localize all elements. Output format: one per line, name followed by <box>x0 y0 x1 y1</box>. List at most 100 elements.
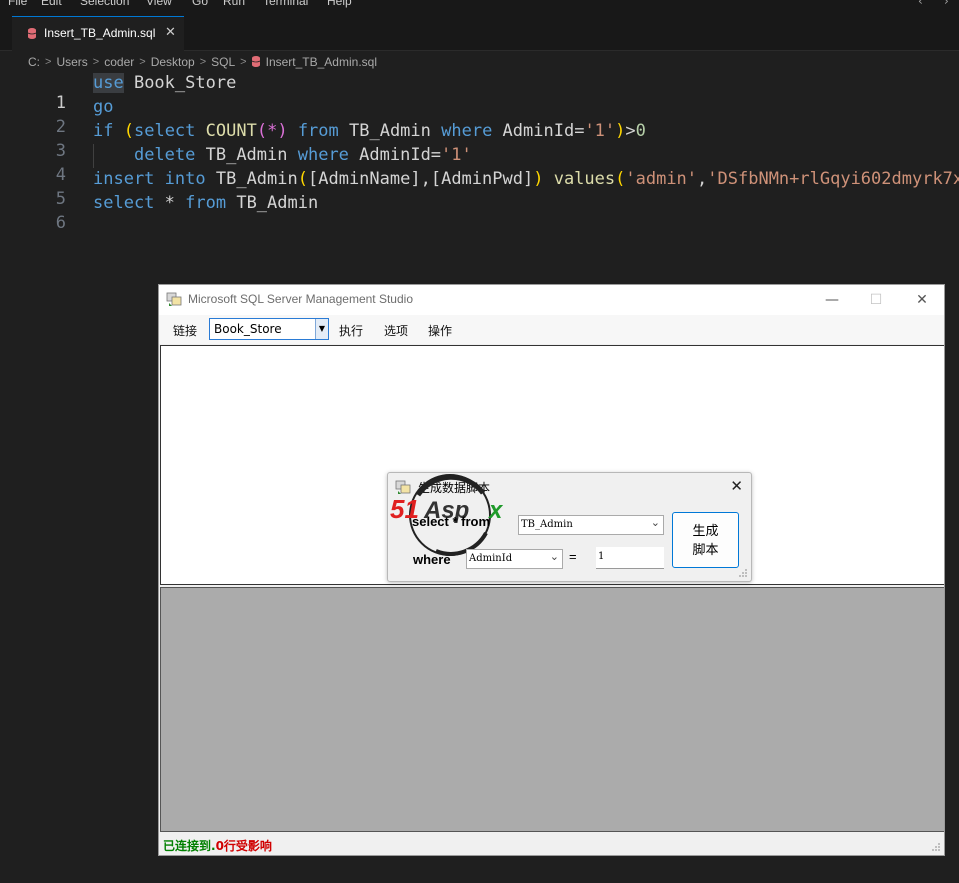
value-input-text: 1 <box>598 551 605 562</box>
code-token: ( <box>123 121 134 141</box>
code-token: 'DSfbNMn+rlGqyi602dmyrk7xuh <box>707 169 959 189</box>
code-token: 'admin' <box>625 169 698 189</box>
column-select[interactable]: AdminId ⌄ <box>466 549 563 569</box>
menu-view[interactable]: View <box>146 0 172 8</box>
breadcrumb-file[interactable]: Insert_TB_Admin.sql <box>266 55 377 69</box>
code-token: ) <box>533 169 544 189</box>
minimize-icon[interactable]: — <box>820 289 844 311</box>
code-token: delete <box>133 145 196 165</box>
code-token: * <box>154 193 186 213</box>
table-select[interactable]: TB_Admin ⌄ <box>518 515 664 535</box>
resize-grip-icon[interactable] <box>738 568 748 578</box>
tab-insert-tb-admin[interactable]: Insert_TB_Admin.sql ✕ <box>12 16 184 51</box>
ssms-title: Microsoft SQL Server Management Studio <box>188 292 413 306</box>
database-icon <box>251 56 260 68</box>
code-token: '1' <box>441 145 472 165</box>
menu-bar: File Edit Selection View Go Run Terminal… <box>0 0 959 16</box>
menu-edit[interactable]: Edit <box>41 0 62 8</box>
code-token: (*) <box>256 121 288 141</box>
51aspx-logo: 51 Asp x <box>390 474 504 556</box>
operations-button[interactable]: 操作 <box>428 322 452 339</box>
code-token: [AdminPwd] <box>430 169 534 189</box>
code-token: > <box>625 121 636 141</box>
breadcrumb-desktop[interactable]: Desktop <box>151 55 195 69</box>
tab-label: Insert_TB_Admin.sql <box>44 26 156 40</box>
code-token: , <box>420 169 431 189</box>
generate-button-line1: 生成 <box>692 524 719 539</box>
arrow-left-icon[interactable]: ‹ <box>918 0 923 8</box>
code-token: TB_Admin <box>338 121 442 141</box>
code-token: COUNT <box>205 121 257 141</box>
connect-button[interactable]: 链接 <box>173 322 197 339</box>
code-token: from <box>185 193 227 213</box>
code-line[interactable]: 6 select * from TB_Admin <box>0 193 959 233</box>
code-token: go <box>93 97 114 117</box>
breadcrumb-sql[interactable]: SQL <box>211 55 235 69</box>
code-line[interactable]: 4 delete TB_Admin where AdminId='1' <box>0 145 959 185</box>
code-token: [AdminName] <box>308 169 421 189</box>
chevron-right-icon: > <box>92 55 100 68</box>
chevron-right-icon: > <box>199 55 207 68</box>
code-token: into <box>164 169 206 189</box>
resize-grip-icon[interactable] <box>931 842 941 852</box>
code-token: ( <box>615 169 626 189</box>
arrow-right-icon[interactable]: › <box>944 0 949 8</box>
options-button[interactable]: 选项 <box>384 322 408 339</box>
breadcrumb-drive[interactable]: C: <box>28 55 40 69</box>
chevron-right-icon: > <box>240 55 247 68</box>
code-line[interactable]: 3 if (select COUNT(*) from TB_Admin wher… <box>0 121 959 161</box>
close-icon[interactable]: ✕ <box>730 477 743 495</box>
code-line[interactable]: 5 insert into TB_Admin([AdminName],[Admi… <box>0 169 959 209</box>
chevron-down-icon[interactable]: ⌄ <box>651 516 660 529</box>
menu-go[interactable]: Go <box>192 0 208 8</box>
code-token: where <box>441 121 493 141</box>
code-token: select <box>93 193 155 213</box>
database-icon <box>28 28 36 39</box>
query-pane[interactable]: 生成数据脚本 ✕ 51 Asp x select * from TB_Admin… <box>160 345 944 585</box>
results-pane[interactable] <box>160 587 944 832</box>
code-token: Book_Store <box>123 73 237 93</box>
code-token: TB_Admin <box>195 145 298 165</box>
code-token: values <box>553 169 616 189</box>
code-token: TB_Admin <box>226 193 319 213</box>
generate-script-button[interactable]: 生成 脚本 <box>672 512 739 568</box>
code-token: insert <box>93 169 155 189</box>
breadcrumb-coder[interactable]: coder <box>104 55 134 69</box>
chevron-down-icon[interactable]: ▼ <box>315 319 328 339</box>
database-select[interactable]: Book_Store ▼ <box>209 318 329 340</box>
close-icon[interactable]: ✕ <box>910 289 934 311</box>
menu-help[interactable]: Help <box>327 0 352 8</box>
breadcrumb-users[interactable]: Users <box>56 55 87 69</box>
ssms-window: Microsoft SQL Server Management Studio —… <box>158 284 945 856</box>
menu-file[interactable]: File <box>8 0 27 8</box>
execute-button[interactable]: 执行 <box>339 322 363 339</box>
menu-selection[interactable]: Selection <box>80 0 129 8</box>
code-line[interactable]: 1 use Book_Store <box>0 73 959 113</box>
value-input[interactable]: 1 <box>596 547 664 569</box>
code-token: ( <box>297 169 308 189</box>
tab-bar: Insert_TB_Admin.sql ✕ <box>0 16 959 51</box>
where-label: where <box>413 552 451 567</box>
line-number: 6 <box>55 213 66 233</box>
code-line[interactable]: 2 go <box>0 97 959 137</box>
code-token: ) <box>615 121 626 141</box>
menu-terminal[interactable]: Terminal <box>263 0 308 8</box>
code-token: '1' <box>584 121 616 141</box>
code-token: AdminId= <box>492 121 585 141</box>
equals-sign: = <box>569 549 577 564</box>
code-token: where <box>297 145 349 165</box>
ssms-title-bar[interactable]: Microsoft SQL Server Management Studio —… <box>159 285 944 315</box>
table-select-value: TB_Admin <box>521 519 573 530</box>
close-icon[interactable]: ✕ <box>165 25 176 40</box>
chevron-down-icon[interactable]: ⌄ <box>550 550 559 563</box>
code-token: use <box>93 73 124 93</box>
menu-run[interactable]: Run <box>223 0 245 8</box>
status-connected: 已连接到. <box>163 839 216 853</box>
maximize-icon[interactable]: ☐ <box>864 289 888 311</box>
